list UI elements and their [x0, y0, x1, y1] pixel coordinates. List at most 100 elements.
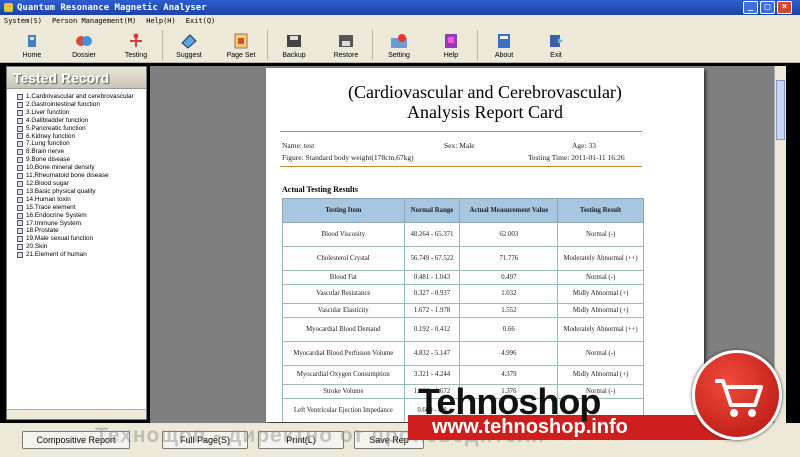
backup-button[interactable]: Backup	[268, 27, 320, 63]
minimize-button[interactable]: _	[743, 1, 758, 14]
tree-item[interactable]: 13.Basic physical quality	[17, 188, 146, 196]
tree-item-label: 5.Pancreatic function	[26, 124, 86, 132]
suggest-label: Suggest	[176, 51, 202, 59]
table-cell: 56.749 - 67.522	[403, 246, 461, 271]
menu-help[interactable]: Help(H)	[146, 17, 176, 25]
horizontal-scrollbar[interactable]	[7, 409, 146, 419]
setting-icon	[390, 32, 408, 50]
document-icon	[17, 228, 23, 235]
tree-item[interactable]: 6.Kidney function	[17, 133, 146, 141]
help-button[interactable]: Help	[425, 27, 477, 63]
shopping-cart-icon	[715, 379, 763, 417]
home-icon	[23, 32, 41, 50]
report-title: (Cardiovascular and Cerebrovascular) Ana…	[266, 82, 704, 122]
table-row: Blood Viscosity 48.264 - 65.371 62.003 Norm…	[282, 222, 644, 247]
testing-button[interactable]: Testing	[110, 27, 162, 63]
document-icon	[17, 244, 23, 251]
restore-button[interactable]: Restore	[320, 27, 372, 63]
page-set-button[interactable]: Page Set	[215, 27, 267, 63]
scrollbar-thumb[interactable]	[776, 80, 785, 140]
table-cell: Normal (-)	[557, 341, 644, 366]
tree-item[interactable]: 10.Bone mineral density	[17, 164, 146, 172]
table-row: Cholesterol Crystal 56.749 - 67.522 71.776…	[282, 246, 644, 271]
table-cell: Moderately Abnormal (++)	[557, 246, 644, 271]
about-label: About	[494, 51, 514, 59]
about-icon	[495, 32, 513, 50]
tree-item-label: 12.Blood sugar	[26, 179, 69, 187]
table-row: Vascular Elasticity 1.672 - 1.978 1.552 Mid…	[282, 303, 644, 318]
tree-item[interactable]: 14.Human toxin	[17, 196, 146, 204]
setting-label: Setting	[388, 51, 410, 59]
suggest-button[interactable]: Suggest	[163, 27, 215, 63]
testing-time: Testing Time: 2011-01-11 16:26	[528, 153, 625, 162]
tree-item-label: 11.Rheumatoid bone disease	[26, 172, 109, 180]
page-set-icon	[232, 32, 250, 50]
dossier-button[interactable]: Dossier	[58, 27, 110, 63]
tree-item[interactable]: 8.Brain nerve	[17, 148, 146, 156]
document-icon	[17, 236, 23, 243]
table-cell: Normal (-)	[557, 222, 644, 247]
report-title-line1: (Cardiovascular and Cerebrovascular)	[348, 82, 622, 102]
tree-item[interactable]: 1.Cardiovascular and cerebrovascular	[17, 93, 146, 101]
tree-item-label: 4.Gallbladder function	[26, 116, 89, 124]
exit-icon	[547, 32, 565, 50]
patient-sex: Sex: Male	[444, 141, 475, 150]
page-set-label: Page Set	[226, 51, 256, 59]
tree-item[interactable]: 4.Gallbladder function	[17, 117, 146, 125]
patient-figure: Figure: Standard body weight(178cm,67kg)	[282, 153, 414, 162]
column-header: Testing Item	[282, 198, 405, 223]
dossier-icon	[75, 32, 93, 50]
tree-item[interactable]: 17.Immune System	[17, 220, 146, 228]
tree-item[interactable]: 5.Pancreatic function	[17, 125, 146, 133]
tree-item[interactable]: 19.Male sexual function	[17, 235, 146, 243]
tree-item-label: 20.Skin	[26, 243, 48, 251]
tree-item-label: 6.Kidney function	[26, 132, 76, 140]
table-cell: Stroke Volume	[282, 384, 405, 399]
menu-exit[interactable]: Exit(Q)	[186, 17, 216, 25]
tree-item[interactable]: 20.Skin	[17, 243, 146, 251]
menu-system[interactable]: System(S)	[4, 17, 42, 25]
tree-item[interactable]: 15.Trace element	[17, 204, 146, 212]
title-bar: Quantum Resonance Magnetic Analyser _ □ …	[0, 0, 800, 15]
home-button[interactable]: Home	[6, 27, 58, 63]
table-cell: Blood Fat	[282, 270, 405, 285]
help-icon	[442, 32, 460, 50]
document-icon	[17, 165, 23, 172]
exit-button[interactable]: Exit	[530, 27, 582, 63]
document-icon	[17, 180, 23, 187]
tree-item[interactable]: 11.Rheumatoid bone disease	[17, 172, 146, 180]
help-label: Help	[443, 51, 459, 59]
tree-item-label: 2.Gastrointestinal function	[26, 100, 100, 108]
tree-item[interactable]: 2.Gastrointestinal function	[17, 101, 146, 109]
tree-item[interactable]: 12.Blood sugar	[17, 180, 146, 188]
tree-item-label: 10.Bone mineral density	[26, 164, 95, 172]
dossier-label: Dossier	[72, 51, 96, 59]
table-cell: Vascular Elasticity	[282, 303, 405, 318]
maximize-button[interactable]: □	[760, 1, 775, 14]
tree-item[interactable]: 16.Endocrine System	[17, 212, 146, 220]
app-icon	[4, 3, 13, 12]
table-cell: Myocardial Blood Demand	[282, 317, 405, 342]
setting-button[interactable]: Setting	[373, 27, 425, 63]
tree-item[interactable]: 3.Liver function	[17, 109, 146, 117]
tree-item[interactable]: 7.Lung function	[17, 140, 146, 148]
about-button[interactable]: About	[478, 27, 530, 63]
menu-person-management[interactable]: Person Management(M)	[52, 17, 136, 25]
table-cell: 0.66	[459, 317, 559, 342]
tree-item-label: 8.Brain nerve	[26, 148, 65, 156]
window-title: Quantum Resonance Magnetic Analyser	[17, 2, 207, 13]
tree-item[interactable]: 9.Bone disease	[17, 156, 146, 164]
tree-item[interactable]: 18.Prostate	[17, 227, 146, 235]
table-cell: Vascular Resistance	[282, 284, 405, 304]
table-cell: 71.776	[459, 246, 559, 271]
table-row: Myocardial Blood Perfusion Volume 4.832 -…	[282, 341, 644, 366]
restore-icon	[337, 32, 355, 50]
patient-name: Name: test	[282, 141, 315, 150]
document-icon	[17, 173, 23, 180]
table-cell: Midly Abnormal (+)	[557, 303, 644, 318]
tree-item-label: 19.Male sexual function	[26, 235, 94, 243]
close-button[interactable]: ×	[777, 1, 792, 14]
tree-item-label: 9.Bone disease	[26, 156, 71, 164]
tree-item[interactable]: 21.Element of human	[17, 251, 146, 259]
table-cell: Blood Viscosity	[282, 222, 405, 247]
